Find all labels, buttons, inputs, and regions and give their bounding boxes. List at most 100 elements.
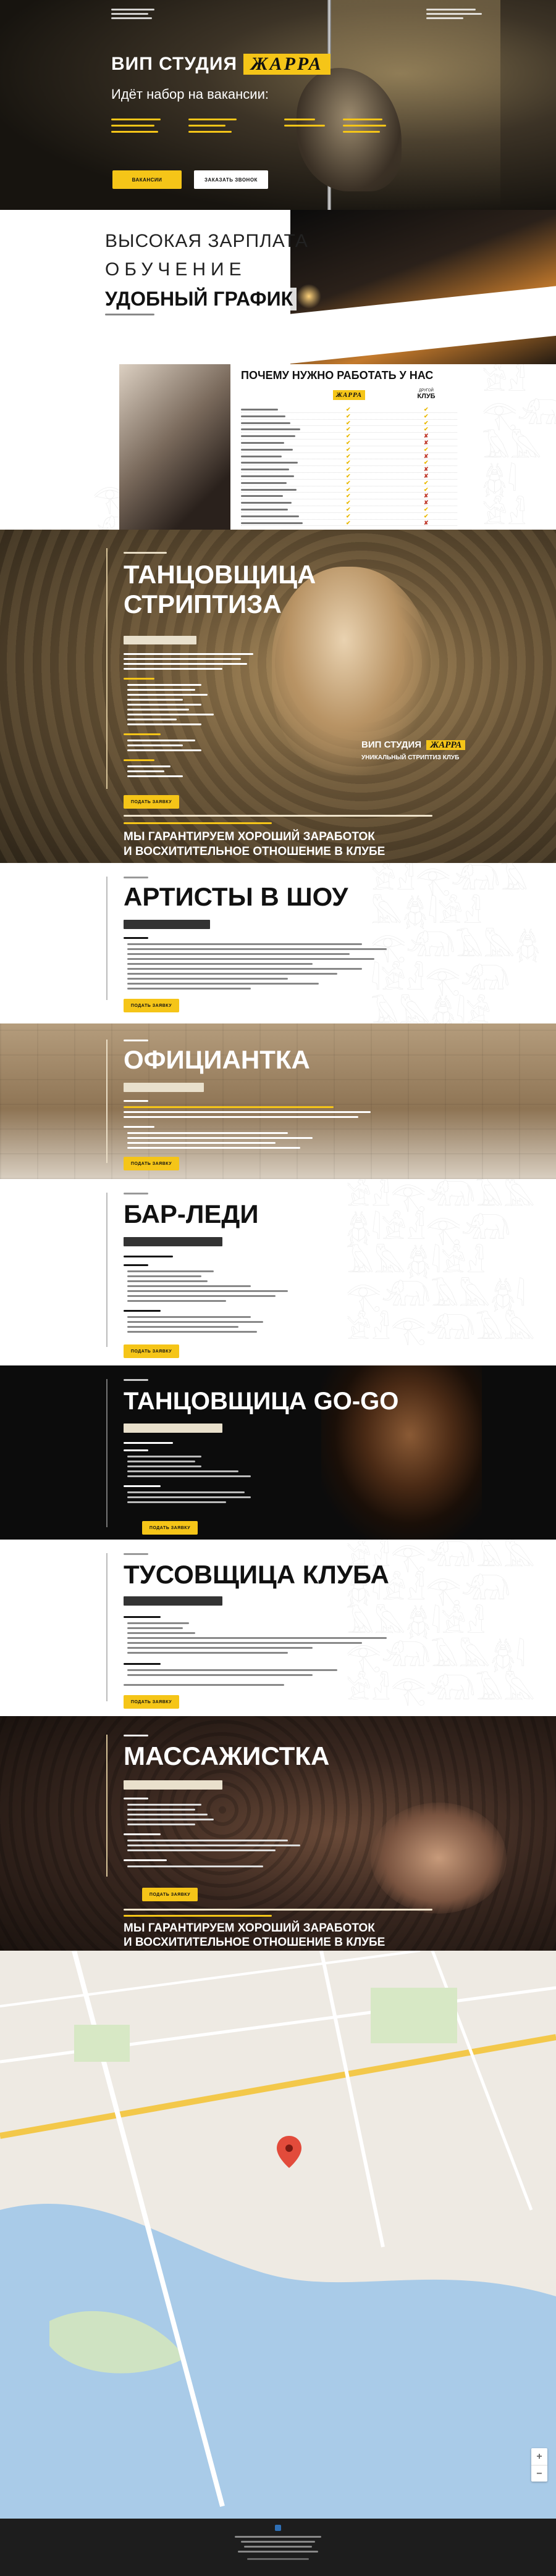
guarantee-line-2: И ВОСХИТИТЕЛЬНОЕ ОТНОШЕНИЕ В КЛУБЕ [124, 845, 385, 858]
studio-badge-logo: ЖАРРА [426, 740, 466, 750]
footer-line-2 [241, 2541, 315, 2543]
waitress-text [124, 1100, 432, 1162]
barlady-apply-button[interactable]: ПОДАТЬ ЗАЯВКУ [124, 1344, 179, 1358]
compare-title: ПОЧЕМУ НУЖНО РАБОТАТЬ У НАС [241, 369, 434, 381]
compare-row-ours-mark: ✔ [346, 452, 351, 459]
compare-rows: ✔ ✔ ✔ ✔ ✔ ✔ ✔ ✔ ✔ ✘ ✔ ✘ ✔ ✔ ✔ ✘ ✔ ✔ ✔ ✘ ✔ ✘ ✔ ✔ ✔ ✔ ✔ ✘ ✔ ✘ ✔ ✔ ✔ ✔ ✔ ✘ [241, 406, 482, 527]
compare-row-label [241, 422, 290, 424]
compare-row-label [241, 448, 293, 451]
waitress-kicker [124, 1040, 148, 1041]
guarantee-pre-line-1 [124, 815, 432, 817]
artists-salary-tag [124, 920, 210, 929]
compare-row-ours-mark: ✔ [346, 479, 351, 486]
party-title: ТУСОВЩИЦА КЛУБА [124, 1560, 389, 1589]
dancer-title-2: СТРИПТИЗА [124, 590, 282, 619]
compare-row-label [241, 469, 289, 471]
park-block-2 [74, 2025, 130, 2062]
massage-apply-button[interactable]: ПОДАТЬ ЗАЯВКУ [142, 1888, 198, 1901]
party-text [124, 1616, 445, 1690]
compare-row: ✔ ✔ [241, 413, 457, 420]
brand-logo: ЖАРРА [243, 54, 331, 75]
hero-title-prefix: ВИП СТУДИЯ [111, 54, 238, 74]
compare-row-label [241, 435, 295, 438]
request-call-button[interactable]: ЗАКАЗАТЬ ЗВОНОК [194, 170, 268, 189]
compare-row: ✔ ✘ [241, 453, 457, 460]
compare-row-ours-mark: ✔ [346, 412, 351, 419]
gogo-apply-button[interactable]: ПОДАТЬ ЗАЯВКУ [142, 1521, 198, 1535]
artists-title: АРТИСТЫ В ШОУ [124, 882, 348, 911]
compare-row-label [241, 462, 298, 464]
compare-row: ✔ ✘ [241, 440, 457, 446]
compare-row-label [241, 428, 300, 431]
map-zoom-controls[interactable]: + − [531, 2448, 547, 2482]
compare-row-label [241, 502, 292, 504]
compare-row-other-mark: ✔ [424, 512, 429, 519]
waitress-rail [106, 1040, 117, 1163]
zoom-out-icon[interactable]: − [531, 2465, 547, 2482]
barlady-kicker [124, 1193, 148, 1194]
compare-row-label [241, 441, 284, 444]
party-section: 𓀀𓁐𓂀𓃰𓄿𓅓 𓆣𓇋𓀀𓁐𓂀𓃰 𓄿𓅓𓆣𓇋𓀀𓁐 𓂀𓃰𓄿𓅓𓆣𓇋 𓀀𓁐𓂀𓃰𓄿𓅓 ТУСОВ… [0, 1540, 556, 1716]
massage-title: МАССАЖИСТКА [124, 1741, 330, 1770]
artists-rail [106, 877, 117, 1000]
massage-section: МАССАЖИСТКА ПОДАТЬ ЗАЯВКУ МЫ ГАРАНТИРУЕМ… [0, 1716, 556, 1951]
compare-row-label [241, 495, 283, 498]
artists-section: 𓀀𓁐𓂀𓃰𓄿 𓅓𓆣𓇋𓀀𓁐 𓂀𓃰𓄿𓅓𓆣 𓇋𓀀𓁐𓂀𓃰 𓄿𓅓𓆣𓇋𓀀 АРТИСТЫ В … [0, 863, 556, 1023]
dancer-text [124, 653, 259, 795]
barlady-section: 𓀀𓁐𓂀𓃰𓄿𓅓 𓆣𓇋𓀀𓁐𓂀𓃰 𓄿𓅓𓆣𓇋𓀀𓁐 𓂀𓃰𓄿𓅓𓆣𓇋 𓀀𓁐𓂀𓃰𓄿𓅓 БАР-Л… [0, 1179, 556, 1365]
compare-row-other-mark: ✔ [424, 406, 429, 412]
compare-row-ours-mark: ✔ [346, 406, 351, 412]
col-other-header: ДРУГОЙ КЛУБ [408, 389, 445, 400]
compare-table: ЖАРРА ДРУГОЙ КЛУБ ✔ ✔ ✔ ✔ ✔ ✔ ✔ ✔ ✔ ✘ ✔ ✘ ✔ ✔ ✔ ✘ ✔ ✔ ✔ ✘ ✔ ✘… [241, 389, 482, 528]
waitress-title: ОФИЦИАНТКА [124, 1045, 310, 1074]
compare-row-label [241, 488, 297, 491]
party-apply-button[interactable]: ПОДАТЬ ЗАЯВКУ [124, 1695, 179, 1709]
gogo-text [124, 1442, 309, 1516]
compare-row-other-mark: ✘ [424, 433, 429, 440]
party-kicker [124, 1553, 148, 1555]
compare-row-label [241, 515, 299, 517]
dancer-apply-button[interactable]: ПОДАТЬ ЗАЯВКУ [124, 795, 179, 809]
party-salary-tag [124, 1596, 222, 1606]
compare-row-label [241, 409, 278, 411]
compare-row: ✔ ✔ [241, 406, 457, 413]
compare-row-other-mark: ✘ [424, 493, 429, 499]
compare-row-label [241, 455, 282, 457]
compare-row-ours-mark: ✔ [346, 419, 351, 426]
benefit-schedule: УДОБНЫЙ ГРАФИК [105, 288, 297, 311]
compare-row-ours-mark: ✔ [346, 519, 351, 526]
footer-line-5 [247, 2558, 309, 2560]
barlady-rail [106, 1193, 117, 1347]
benefits-section: ВЫСОКАЯ ЗАРПЛАТА ОБУЧЕНИЕ УДОБНЫЙ ГРАФИК [0, 210, 556, 364]
compare-row-other-mark: ✔ [424, 446, 429, 452]
compare-row-other-mark: ✘ [424, 439, 429, 446]
waitress-apply-button[interactable]: ПОДАТЬ ЗАЯВКУ [124, 1157, 179, 1170]
compare-row-ours-mark: ✔ [346, 472, 351, 479]
map-canvas[interactable] [0, 1951, 556, 2519]
vacancies-button[interactable]: ВАКАНСИИ [112, 170, 182, 189]
compare-row-label [241, 522, 303, 524]
compare-row: ✔ ✘ [241, 433, 457, 440]
compare-row: ✔ ✔ [241, 480, 457, 486]
compare-row-other-mark: ✔ [424, 479, 429, 486]
map-section[interactable]: + − [0, 1951, 556, 2519]
col-ours-logo: ЖАРРА [332, 390, 366, 400]
col-ours-header: ЖАРРА [327, 389, 371, 400]
artists-apply-button[interactable]: ПОДАТЬ ЗАЯВКУ [124, 999, 179, 1012]
hero-subtitle: Идёт набор на вакансии: [111, 86, 269, 102]
compare-row-ours-mark: ✔ [346, 446, 351, 452]
footer-line-3 [244, 2546, 312, 2548]
side-rail [106, 548, 117, 789]
zoom-in-icon[interactable]: + [531, 2448, 547, 2465]
footer-line-1 [235, 2536, 321, 2538]
studio-badge-prefix: ВИП СТУДИЯ [361, 740, 422, 750]
waitress-section: ОФИЦИАНТКА ПОДАТЬ ЗАЯВКУ [0, 1023, 556, 1179]
benefits-note [105, 314, 154, 315]
compare-row: ✔ ✔ [241, 506, 457, 513]
hero-section: ВИП СТУДИЯ ЖАРРА Идёт набор на вакансии:… [0, 0, 556, 210]
dancer-title-1: ТАНЦОВЩИЦА [124, 560, 316, 589]
compare-row: ✔ ✔ [241, 420, 457, 427]
compare-section: 𓀀𓁐 𓂀𓃰 𓄿𓅓 𓆣𓇋 𓀀𓁐 𓂀 𓃰 ПОЧЕМУ НУЖНО РАБОТАТЬ… [0, 364, 556, 530]
compare-row-other-mark: ✘ [424, 519, 429, 526]
compare-row: ✔ ✔ [241, 459, 457, 467]
